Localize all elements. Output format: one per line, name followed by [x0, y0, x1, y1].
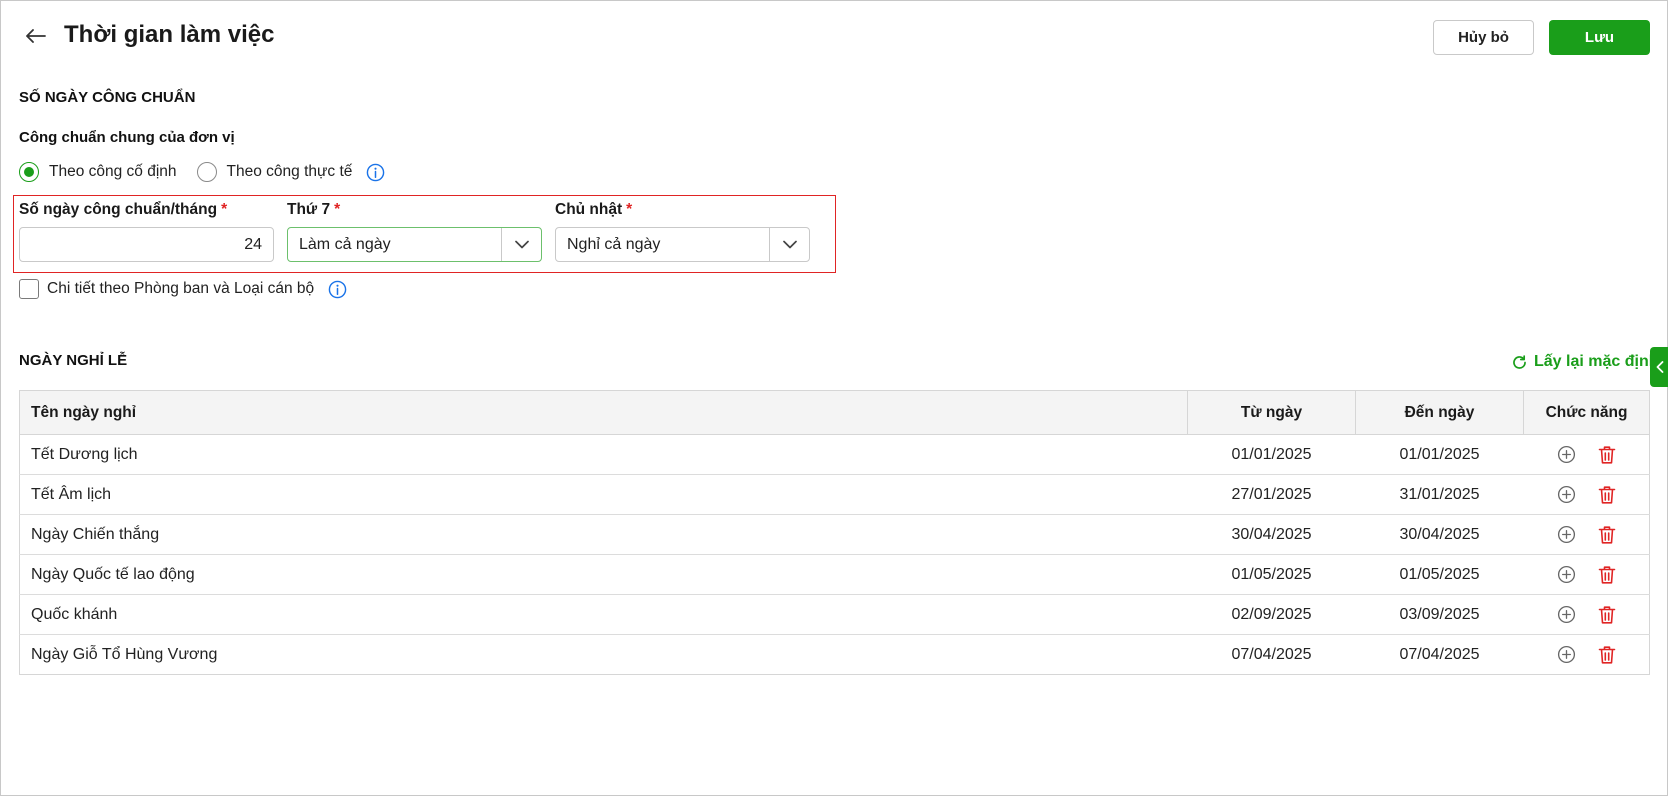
days-per-month-input[interactable] — [19, 227, 274, 262]
row-actions — [1523, 434, 1650, 475]
row-actions — [1523, 474, 1650, 515]
detail-checkbox-label[interactable]: Chi tiết theo Phòng ban và Loại cán bộ — [47, 280, 314, 298]
saturday-label: Thứ 7 * — [287, 201, 341, 218]
row-actions — [1523, 594, 1650, 635]
chevron-down-icon[interactable] — [769, 228, 809, 261]
col-header-actions: Chức năng — [1523, 390, 1650, 435]
holiday-from-date: 27/01/2025 — [1187, 474, 1356, 515]
page-title: Thời gian làm việc — [64, 21, 275, 48]
plus-circle-icon[interactable] — [1557, 525, 1576, 544]
chevron-down-icon[interactable] — [501, 228, 541, 261]
table-row[interactable]: Tết Âm lịch 27/01/2025 31/01/2025 — [19, 474, 1650, 515]
back-arrow-icon[interactable] — [23, 23, 49, 49]
table-row[interactable]: Ngày Giỗ Tổ Hùng Vương 07/04/2025 07/04/20… — [20, 635, 1650, 675]
col-header-name: Tên ngày nghỉ — [19, 390, 1188, 435]
info-icon[interactable] — [366, 163, 385, 182]
radio-fixed[interactable] — [19, 162, 39, 182]
holiday-name: Ngày Chiến thắng — [19, 514, 1188, 555]
plus-circle-icon[interactable] — [1557, 485, 1576, 504]
refresh-icon — [1513, 354, 1526, 369]
radio-actual[interactable] — [196, 162, 217, 182]
standard-type-radio-group: Theo công cố định Theo công thực tế — [19, 162, 385, 182]
detail-checkbox[interactable] — [19, 279, 39, 299]
holiday-name: Tết Âm lịch — [19, 474, 1188, 515]
standard-days-section-title: SỐ NGÀY CÔNG CHUẨN — [19, 89, 196, 106]
holiday-from-date: 07/04/2025 — [1231, 645, 1312, 663]
detail-checkbox-row: Chi tiết theo Phòng ban và Loại cán bộ — [19, 279, 347, 299]
holiday-to-date: 30/04/2025 — [1355, 514, 1524, 555]
col-header-from: Từ ngày — [1187, 390, 1356, 435]
trash-icon[interactable] — [1598, 565, 1616, 585]
saturday-select-value: Làm cả ngày — [299, 235, 391, 253]
holiday-from-date: 01/05/2025 — [1187, 554, 1356, 595]
trash-icon[interactable] — [1598, 525, 1616, 545]
row-actions — [1524, 635, 1650, 675]
sunday-label: Chủ nhật * — [555, 201, 633, 218]
plus-circle-icon[interactable] — [1557, 565, 1576, 584]
holiday-to-date: 07/04/2025 — [1399, 645, 1480, 663]
holiday-to-date: 01/01/2025 — [1355, 434, 1524, 475]
table-row[interactable]: Ngày Quốc tế lao động 01/05/2025 01/05/202… — [19, 554, 1650, 595]
holiday-name: Ngày Quốc tế lao động — [19, 554, 1188, 595]
holiday-to-date: 31/01/2025 — [1355, 474, 1524, 515]
reset-default-link[interactable]: Lấy lại mặc định — [1511, 353, 1658, 371]
sunday-select-value: Nghỉ cả ngày — [567, 235, 661, 253]
table-row[interactable]: Quốc khánh 02/09/2025 03/09/2025 — [19, 594, 1650, 635]
row-actions — [1523, 514, 1650, 555]
holiday-from-date: 02/09/2025 — [1187, 594, 1356, 635]
reset-default-label: Lấy lại mặc định — [1534, 353, 1659, 370]
days-per-month-label: Số ngày công chuẩn/tháng * — [19, 201, 228, 218]
col-header-to: Đến ngày — [1355, 390, 1524, 435]
plus-circle-icon[interactable] — [1557, 605, 1576, 624]
holiday-to-date: 03/09/2025 — [1355, 594, 1524, 635]
save-button[interactable]: Lưu — [1549, 20, 1650, 55]
trash-icon[interactable] — [1598, 605, 1616, 625]
holiday-name: Quốc khánh — [19, 594, 1188, 635]
holiday-name: Ngày Giỗ Tổ Hùng Vương — [31, 645, 218, 663]
holiday-from-date: 01/01/2025 — [1187, 434, 1356, 475]
trash-icon[interactable] — [1598, 445, 1616, 465]
trash-icon[interactable] — [1598, 485, 1616, 505]
app-frame: Thời gian làm việc Hủy bỏ Lưu SỐ NGÀY CÔ… — [0, 0, 1668, 796]
table-row[interactable]: Tết Dương lịch 01/01/2025 01/01/2025 — [19, 434, 1650, 475]
sunday-select[interactable]: Nghỉ cả ngày — [555, 227, 810, 262]
unit-standard-subtitle: Công chuẩn chung của đơn vị — [19, 129, 235, 146]
holidays-section-title: NGÀY NGHỈ LỄ — [19, 352, 128, 369]
side-panel-toggle[interactable] — [1650, 347, 1668, 387]
info-icon[interactable] — [328, 280, 347, 299]
holidays-table: Tên ngày nghỉ Từ ngày Đến ngày Chức năng… — [19, 390, 1650, 675]
chevron-left-icon — [1656, 361, 1663, 373]
table-row[interactable]: Ngày Chiến thắng 30/04/2025 30/04/2025 — [19, 514, 1650, 555]
cancel-button[interactable]: Hủy bỏ — [1433, 20, 1534, 55]
holiday-from-date: 30/04/2025 — [1187, 514, 1356, 555]
plus-circle-icon[interactable] — [1557, 445, 1576, 464]
row-actions — [1523, 554, 1650, 595]
plus-circle-icon[interactable] — [1557, 645, 1576, 664]
saturday-select[interactable]: Làm cả ngày — [287, 227, 542, 262]
table-header-row: Tên ngày nghỉ Từ ngày Đến ngày Chức năng — [19, 390, 1650, 435]
radio-fixed-label[interactable]: Theo công cố định — [49, 163, 177, 181]
trash-icon[interactable] — [1598, 645, 1616, 665]
radio-actual-label[interactable]: Theo công thực tế — [227, 163, 353, 181]
holiday-to-date: 01/05/2025 — [1355, 554, 1524, 595]
holiday-name: Tết Dương lịch — [19, 434, 1188, 475]
